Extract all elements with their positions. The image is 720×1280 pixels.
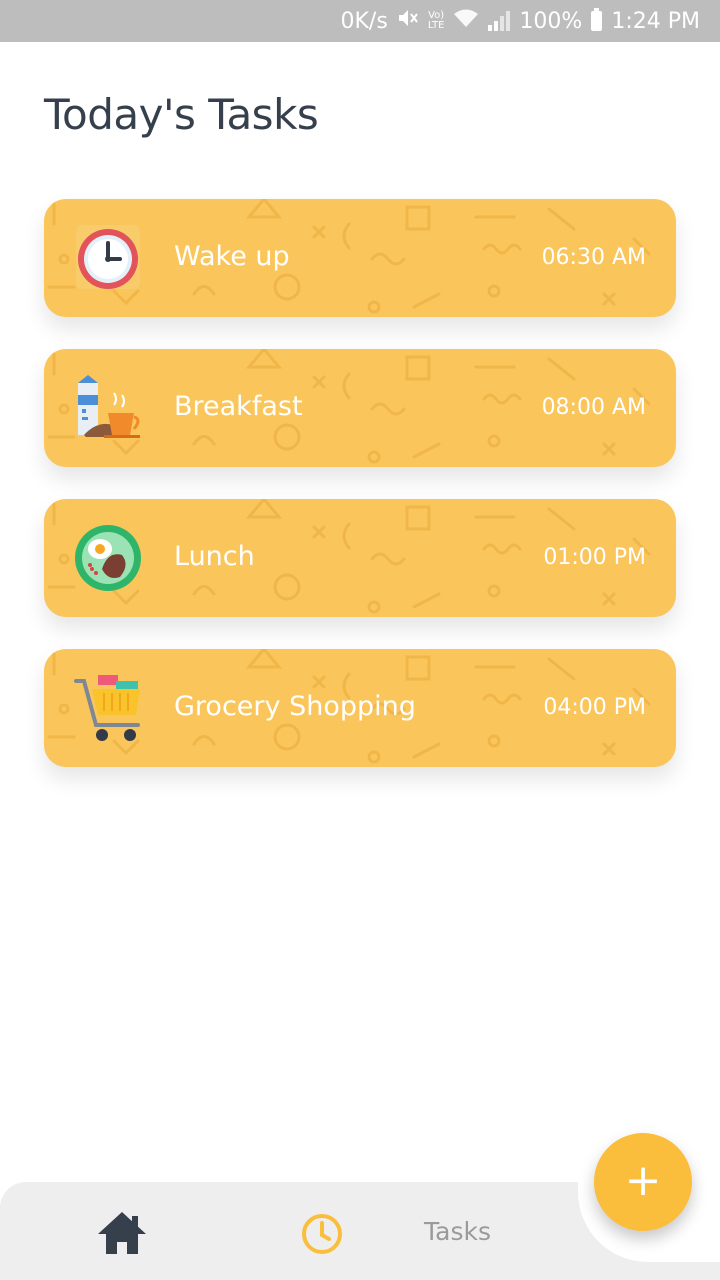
battery-icon (591, 8, 603, 31)
add-icon: + (624, 1155, 662, 1206)
task-name: Breakfast (174, 391, 303, 422)
status-bar: 0K/s Vo) LTE 100% 1:24 PM (0, 0, 720, 42)
clock-icon[interactable] (300, 1212, 344, 1256)
mute-icon (397, 8, 419, 34)
task-time: 04:00 PM (543, 695, 646, 720)
task-list: Wake up 06:30 AM Breakfast 08:00 AM Lunc… (44, 199, 676, 799)
volte-indicator: Vo) LTE (428, 11, 445, 31)
task-time: 08:00 AM (541, 395, 646, 420)
wifi-icon (453, 8, 479, 34)
home-icon[interactable] (96, 1210, 148, 1256)
task-name: Lunch (174, 541, 255, 572)
status-time: 1:24 PM (611, 8, 700, 34)
lte-label: LTE (427, 20, 445, 31)
nav-tasks-label[interactable]: Tasks (424, 1217, 491, 1246)
network-speed: 0K/s (340, 8, 388, 34)
alarm-clock-icon (76, 225, 140, 289)
page-title: Today's Tasks (44, 90, 319, 139)
task-card-wake-up[interactable]: Wake up 06:30 AM (44, 199, 676, 317)
task-time: 01:00 PM (543, 545, 646, 570)
add-task-button[interactable]: + (594, 1133, 692, 1231)
signal-icon (488, 11, 511, 31)
battery-percent: 100% (519, 8, 583, 34)
task-card-breakfast[interactable]: Breakfast 08:00 AM (44, 349, 676, 467)
task-name: Grocery Shopping (174, 691, 416, 722)
shopping-cart-icon (74, 675, 140, 741)
task-name: Wake up (174, 241, 290, 272)
task-card-grocery-shopping[interactable]: Grocery Shopping 04:00 PM (44, 649, 676, 767)
lunch-plate-icon (75, 525, 141, 591)
task-time: 06:30 AM (541, 245, 646, 270)
breakfast-icon (78, 375, 140, 438)
task-card-lunch[interactable]: Lunch 01:00 PM (44, 499, 676, 617)
